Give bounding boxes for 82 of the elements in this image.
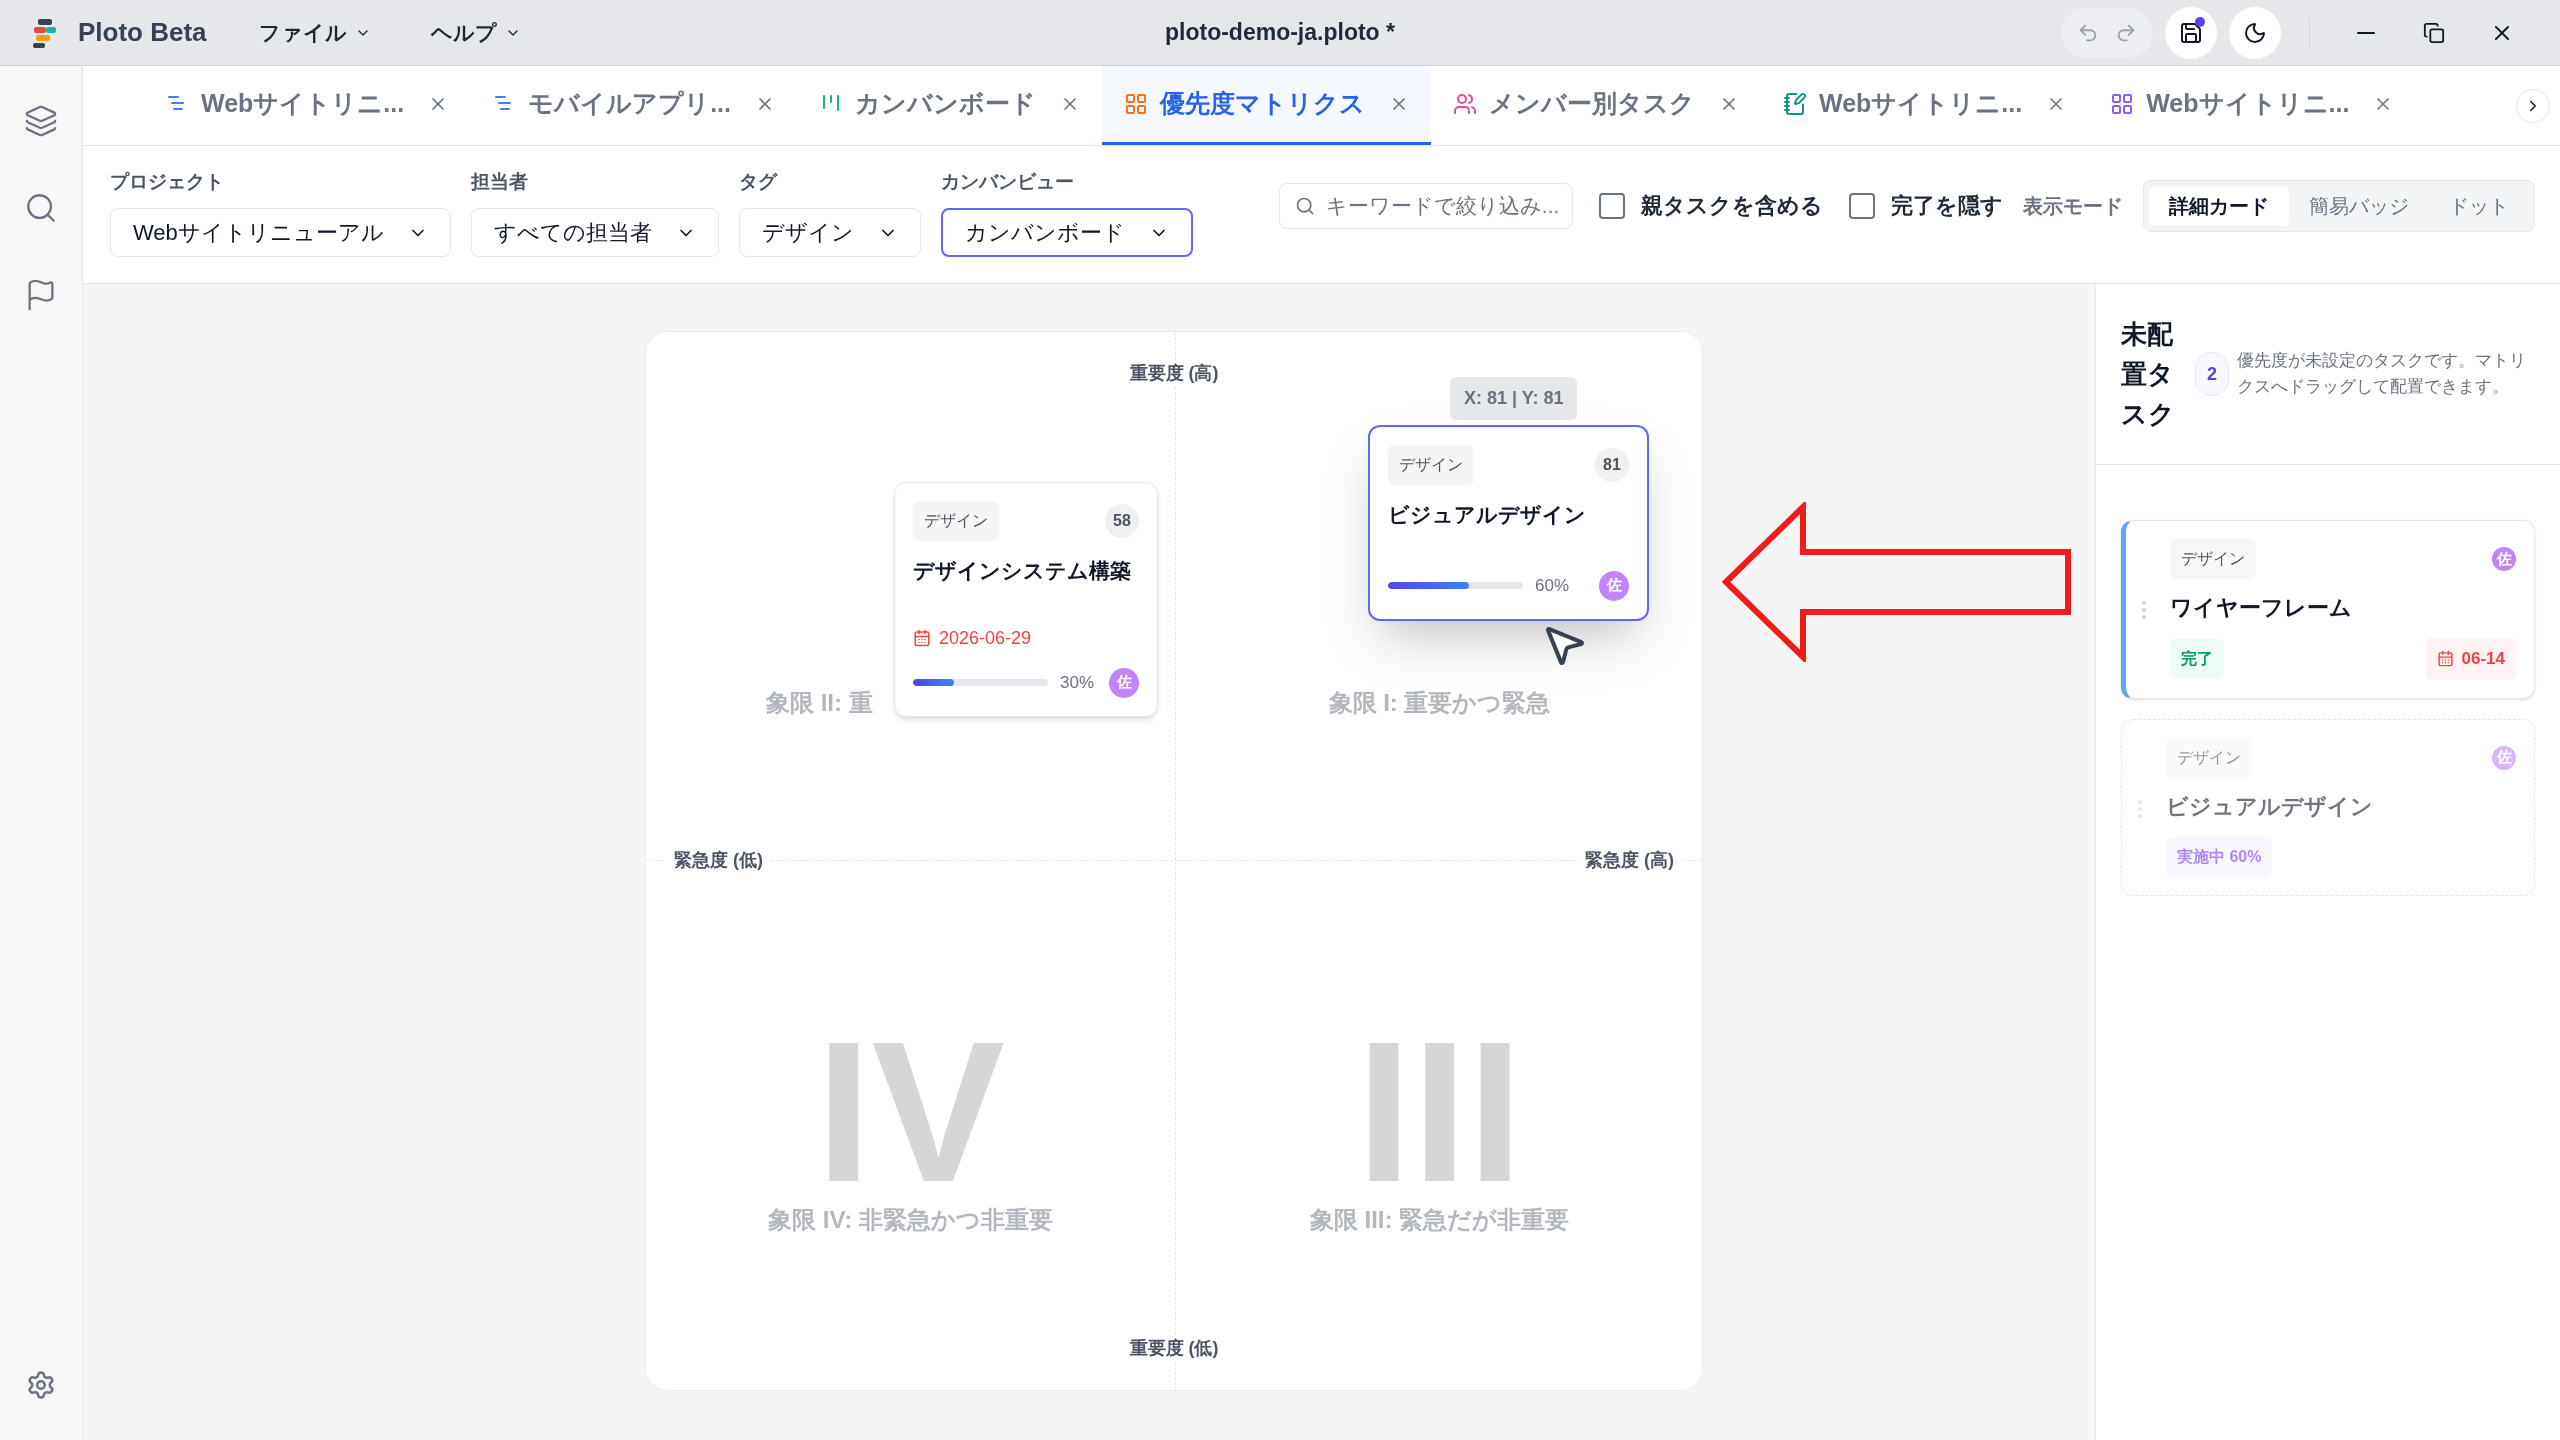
card-title: ワイヤーフレーム <box>2170 594 2353 622</box>
view-mode-label: 表示モード <box>2023 193 2123 219</box>
drag-handle-icon[interactable] <box>2142 601 2146 619</box>
menu-button[interactable]: ヘルプ <box>430 16 521 49</box>
app-name: Ploto Beta <box>78 16 207 49</box>
quadrant-label: 象限 IV: 非緊急かつ非重要 <box>768 1205 1053 1235</box>
tab-label: モバイルアプリ... <box>528 88 731 120</box>
search-icon[interactable] <box>24 191 58 225</box>
tab[interactable]: モバイルアプリ... <box>470 66 797 145</box>
checkbox[interactable] <box>1599 192 1625 219</box>
theme-button[interactable] <box>2229 6 2281 59</box>
task-card[interactable]: デザイン 佐 ワイヤーフレーム 完了 06-14 <box>2121 520 2535 699</box>
filter-label: カンバンビュー <box>940 169 1075 194</box>
checkbox-label: 親タスクを含める <box>1641 192 1823 220</box>
tag-label: デザイン <box>1388 445 1474 485</box>
avatar: 佐 <box>1599 570 1629 601</box>
tag-label: デザイン <box>2170 539 2256 579</box>
position-tooltip: X: 81 | Y: 81 <box>1450 377 1578 420</box>
avatar: 佐 <box>2492 547 2516 571</box>
view-mode-option[interactable]: 詳細カード <box>2149 185 2289 226</box>
save-button[interactable] <box>2165 6 2217 59</box>
select-value: デザイン <box>761 219 854 248</box>
quadrant-label: 象限 I: 重要かつ緊急 <box>1328 688 1551 718</box>
filter-label: 担当者 <box>470 169 529 194</box>
settings-icon[interactable] <box>26 1370 56 1400</box>
tab-label: Webサイトリニ... <box>2146 88 2350 120</box>
score-badge: 81 <box>1595 448 1629 482</box>
tab[interactable]: カンバンボード <box>797 66 1102 145</box>
quadrant-label: 象限 II: 重 <box>766 688 873 718</box>
card-title: ビジュアルデザイン <box>2166 792 2374 821</box>
calendar-icon <box>913 629 931 647</box>
moon-icon <box>2243 20 2267 45</box>
restore-icon <box>2423 21 2445 44</box>
tab[interactable]: Webサイトリニ... <box>2088 66 2416 145</box>
checkbox[interactable] <box>1849 192 1875 219</box>
task-card[interactable]: デザイン 58 デザインシステム構築 2026-06-29 30% 佐 <box>894 482 1158 717</box>
task-card[interactable]: デザイン 佐 ビジュアルデザイン 実施中 60% <box>2121 718 2535 896</box>
tag-label: デザイン <box>913 501 999 541</box>
window-title: ploto-demo-ja.ploto * <box>1165 18 1395 48</box>
filter-label: プロジェクト <box>110 169 225 194</box>
card-title: ビジュアルデザイン <box>1388 502 1587 528</box>
tab[interactable]: メンバー別タスク <box>1431 66 1761 145</box>
filter-select[interactable]: すべての担当者 <box>470 208 719 258</box>
checkbox-label: 完了を隠す <box>1891 192 2003 220</box>
quadrant-label: 象限 III: 緊急だが非重要 <box>1309 1205 1570 1235</box>
select-value: すべての担当者 <box>493 219 652 248</box>
view-mode-option[interactable]: ドット <box>2429 185 2529 226</box>
filter-select[interactable]: デザイン <box>738 208 921 258</box>
panel-title: 未配置タスク <box>2121 318 2176 431</box>
avatar: 佐 <box>2492 745 2516 770</box>
search-field[interactable]: キーワードで絞り込み... <box>1278 182 1573 229</box>
card-title: デザインシステム構築 <box>913 558 1132 584</box>
tab-label: 優先度マトリクス <box>1160 88 1365 120</box>
avatar: 佐 <box>1109 667 1139 698</box>
menu-button[interactable]: ファイル <box>258 16 371 49</box>
status-badge: 完了 <box>2170 638 2224 679</box>
tag-label: デザイン <box>2166 737 2252 778</box>
score-badge: 58 <box>1105 504 1139 538</box>
select-value: カンバンボード <box>964 219 1125 248</box>
tab-label: Webサイトリニ... <box>201 88 405 120</box>
filter-label: タグ <box>738 169 779 194</box>
panel-description: 優先度が未設定のタスクです。マトリクスへドラッグして配置できます。 <box>2237 350 2527 398</box>
status-badge: 実施中 60% <box>2166 836 2273 877</box>
filter-select[interactable]: Webサイトリニューアル <box>110 208 451 258</box>
progress-reading: 60% <box>1535 574 1570 597</box>
tab[interactable]: 優先度マトリクス <box>1102 66 1431 145</box>
due-date-badge: 06-14 <box>2425 638 2516 680</box>
count-badge: 2 <box>2195 352 2229 396</box>
tab[interactable]: Webサイトリニ... <box>143 66 471 145</box>
save-icon <box>2179 20 2203 45</box>
tab-label: メンバー別タスク <box>1489 88 1695 120</box>
layers-icon[interactable] <box>24 104 58 138</box>
view-mode-option[interactable]: 簡易バッジ <box>2289 185 2429 226</box>
tab[interactable]: Webサイトリニ... <box>1761 66 2089 145</box>
search-icon <box>1294 195 1315 216</box>
minimize-icon <box>2357 31 2375 34</box>
progress-reading: 30% <box>1060 671 1095 694</box>
select-value: Webサイトリニューアル <box>133 219 384 248</box>
tab-label: Webサイトリニ... <box>1819 88 2023 120</box>
tab-label: カンバンボード <box>855 88 1036 120</box>
filter-select[interactable]: カンバンボード <box>940 208 1193 258</box>
due-date: 2026-06-29 <box>939 626 1032 650</box>
